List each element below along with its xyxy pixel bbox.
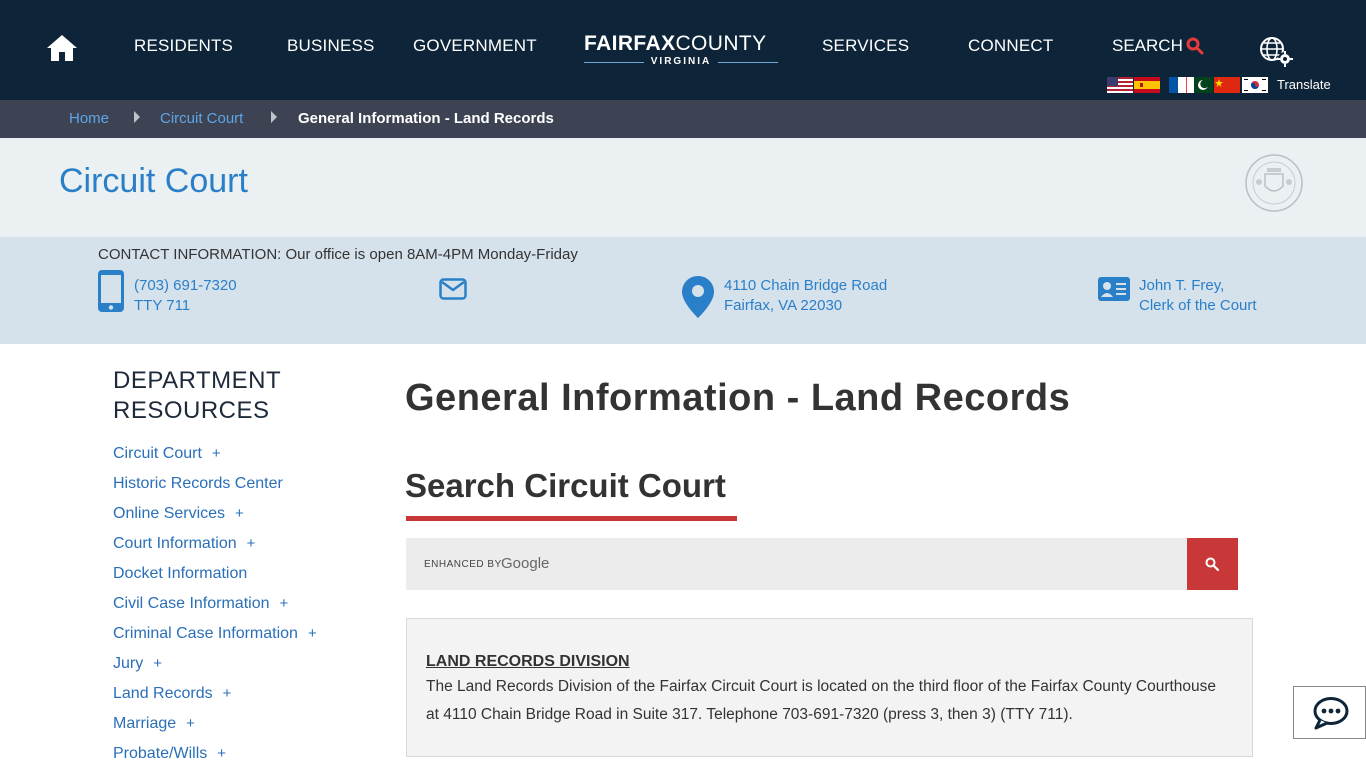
department-title[interactable]: Circuit Court bbox=[59, 162, 248, 201]
search-submit-button[interactable] bbox=[1187, 538, 1238, 590]
chat-bubble-icon bbox=[1313, 697, 1349, 730]
pakistan-flag-icon[interactable] bbox=[1187, 77, 1213, 93]
korea-flag-icon[interactable] bbox=[1242, 77, 1268, 93]
expand-icon[interactable]: + bbox=[212, 445, 221, 462]
spain-flag-icon[interactable] bbox=[1134, 77, 1160, 93]
sidebar-title-line2: RESOURCES bbox=[113, 397, 270, 424]
sidebar-item-label: Civil Case Information bbox=[113, 595, 270, 612]
nav-residents[interactable]: RESIDENTS bbox=[134, 36, 233, 56]
search-icon[interactable] bbox=[1186, 37, 1204, 55]
breadcrumb-home[interactable]: Home bbox=[69, 110, 109, 127]
sidebar-item-criminal-case-information[interactable]: Criminal Case Information + bbox=[113, 625, 317, 643]
sidebar-item-label: Circuit Court bbox=[113, 445, 202, 462]
nav-government[interactable]: GOVERNMENT bbox=[413, 36, 537, 56]
expand-icon[interactable]: + bbox=[308, 625, 317, 642]
expand-icon[interactable]: + bbox=[217, 745, 226, 762]
sidebar-item-docket-information[interactable]: Docket Information bbox=[113, 565, 247, 583]
id-card-icon[interactable] bbox=[1098, 277, 1130, 301]
clerk-name-link[interactable]: John T. Frey, bbox=[1139, 276, 1224, 296]
sidebar-item-civil-case-information[interactable]: Civil Case Information + bbox=[113, 595, 288, 613]
breadcrumb-separator-icon bbox=[271, 111, 277, 123]
land-records-info-box: LAND RECORDS DIVISION The Land Records D… bbox=[406, 618, 1253, 757]
email-icon[interactable] bbox=[439, 278, 467, 300]
contact-heading: CONTACT INFORMATION: Our office is open … bbox=[98, 246, 578, 263]
phone-icon[interactable] bbox=[97, 269, 125, 313]
map-pin-icon[interactable] bbox=[681, 275, 715, 319]
contact-information: CONTACT INFORMATION: Our office is open … bbox=[0, 237, 1366, 344]
sidebar-item-circuit-court[interactable]: Circuit Court + bbox=[113, 445, 221, 463]
search-input[interactable]: ENHANCED BY Google bbox=[406, 538, 1188, 590]
title-underline bbox=[406, 516, 737, 521]
sidebar-item-label: Docket Information bbox=[113, 565, 248, 582]
sidebar-item-label: Jury bbox=[113, 655, 144, 672]
county-seal-icon bbox=[1245, 154, 1303, 212]
search-icon bbox=[1205, 557, 1219, 571]
globe-settings-icon[interactable] bbox=[1258, 36, 1294, 68]
home-icon[interactable] bbox=[46, 33, 78, 63]
logo-virginia: VIRGINIA bbox=[650, 56, 712, 67]
us-flag-icon[interactable] bbox=[1107, 77, 1133, 93]
phone-number-link[interactable]: (703) 691-7320 bbox=[134, 276, 237, 296]
sidebar-title: DEPARTMENT RESOURCES bbox=[113, 366, 281, 426]
sidebar-item-court-information[interactable]: Court Information + bbox=[113, 535, 255, 553]
sidebar-item-online-services[interactable]: Online Services + bbox=[113, 505, 244, 523]
nav-business[interactable]: BUSINESS bbox=[287, 36, 375, 56]
address-line2-link[interactable]: Fairfax, VA 22030 bbox=[724, 296, 842, 316]
sidebar-item-label: Land Records bbox=[113, 685, 213, 702]
fairfax-county-logo[interactable]: FAIRFAXCOUNTY VIRGINIA bbox=[584, 32, 778, 70]
department-header: Circuit Court bbox=[0, 138, 1366, 237]
sidebar-item-jury[interactable]: Jury + bbox=[113, 655, 162, 673]
translate-link[interactable]: Translate bbox=[1277, 77, 1331, 92]
sidebar-item-label: Court Information bbox=[113, 535, 237, 552]
expand-icon[interactable]: + bbox=[223, 685, 232, 702]
expand-icon[interactable]: + bbox=[247, 535, 256, 552]
expand-icon[interactable]: + bbox=[153, 655, 162, 672]
address-line1-link[interactable]: 4110 Chain Bridge Road bbox=[724, 276, 887, 296]
expand-icon[interactable]: + bbox=[235, 505, 244, 522]
google-label: Google bbox=[501, 555, 550, 572]
sidebar-item-historic-records-center[interactable]: Historic Records Center bbox=[113, 475, 283, 493]
logo-wordmark: FAIRFAXCOUNTY bbox=[584, 32, 767, 55]
sidebar-item-label: Online Services bbox=[113, 505, 226, 522]
sidebar-title-line1: DEPARTMENT bbox=[113, 367, 282, 394]
clerk-title-link[interactable]: Clerk of the Court bbox=[1139, 296, 1257, 316]
expand-icon[interactable]: + bbox=[186, 715, 195, 732]
page-title: General Information - Land Records bbox=[405, 377, 1071, 419]
chat-button[interactable] bbox=[1293, 686, 1366, 739]
sidebar-item-label: Criminal Case Information bbox=[113, 625, 298, 642]
nav-connect[interactable]: CONNECT bbox=[968, 36, 1053, 56]
nav-search[interactable]: SEARCH bbox=[1112, 36, 1183, 56]
enhanced-by-label: ENHANCED BY bbox=[424, 559, 502, 570]
sidebar-item-probate-wills[interactable]: Probate/Wills + bbox=[113, 745, 226, 763]
breadcrumb-circuit-court[interactable]: Circuit Court bbox=[160, 110, 243, 127]
tty-link[interactable]: TTY 711 bbox=[134, 296, 190, 316]
breadcrumb-separator-icon bbox=[134, 111, 140, 123]
breadcrumb-current: General Information - Land Records bbox=[298, 110, 554, 127]
sidebar-item-label: Probate/Wills bbox=[113, 745, 208, 762]
china-flag-icon[interactable] bbox=[1214, 77, 1240, 93]
expand-icon[interactable]: + bbox=[280, 595, 289, 612]
search-section-title: Search Circuit Court bbox=[405, 467, 726, 504]
sidebar-item-land-records[interactable]: Land Records + bbox=[113, 685, 231, 703]
land-records-description: The Land Records Division of the Fairfax… bbox=[426, 678, 1217, 723]
sidebar-item-marriage[interactable]: Marriage + bbox=[113, 715, 195, 733]
nav-services[interactable]: SERVICES bbox=[822, 36, 909, 56]
sidebar-item-label: Historic Records Center bbox=[113, 475, 283, 492]
top-navigation: RESIDENTS BUSINESS GOVERNMENT FAIRFAXCOU… bbox=[0, 0, 1366, 100]
land-records-division-link[interactable]: LAND RECORDS DIVISION bbox=[426, 653, 630, 671]
sidebar-item-label: Marriage bbox=[113, 715, 177, 732]
